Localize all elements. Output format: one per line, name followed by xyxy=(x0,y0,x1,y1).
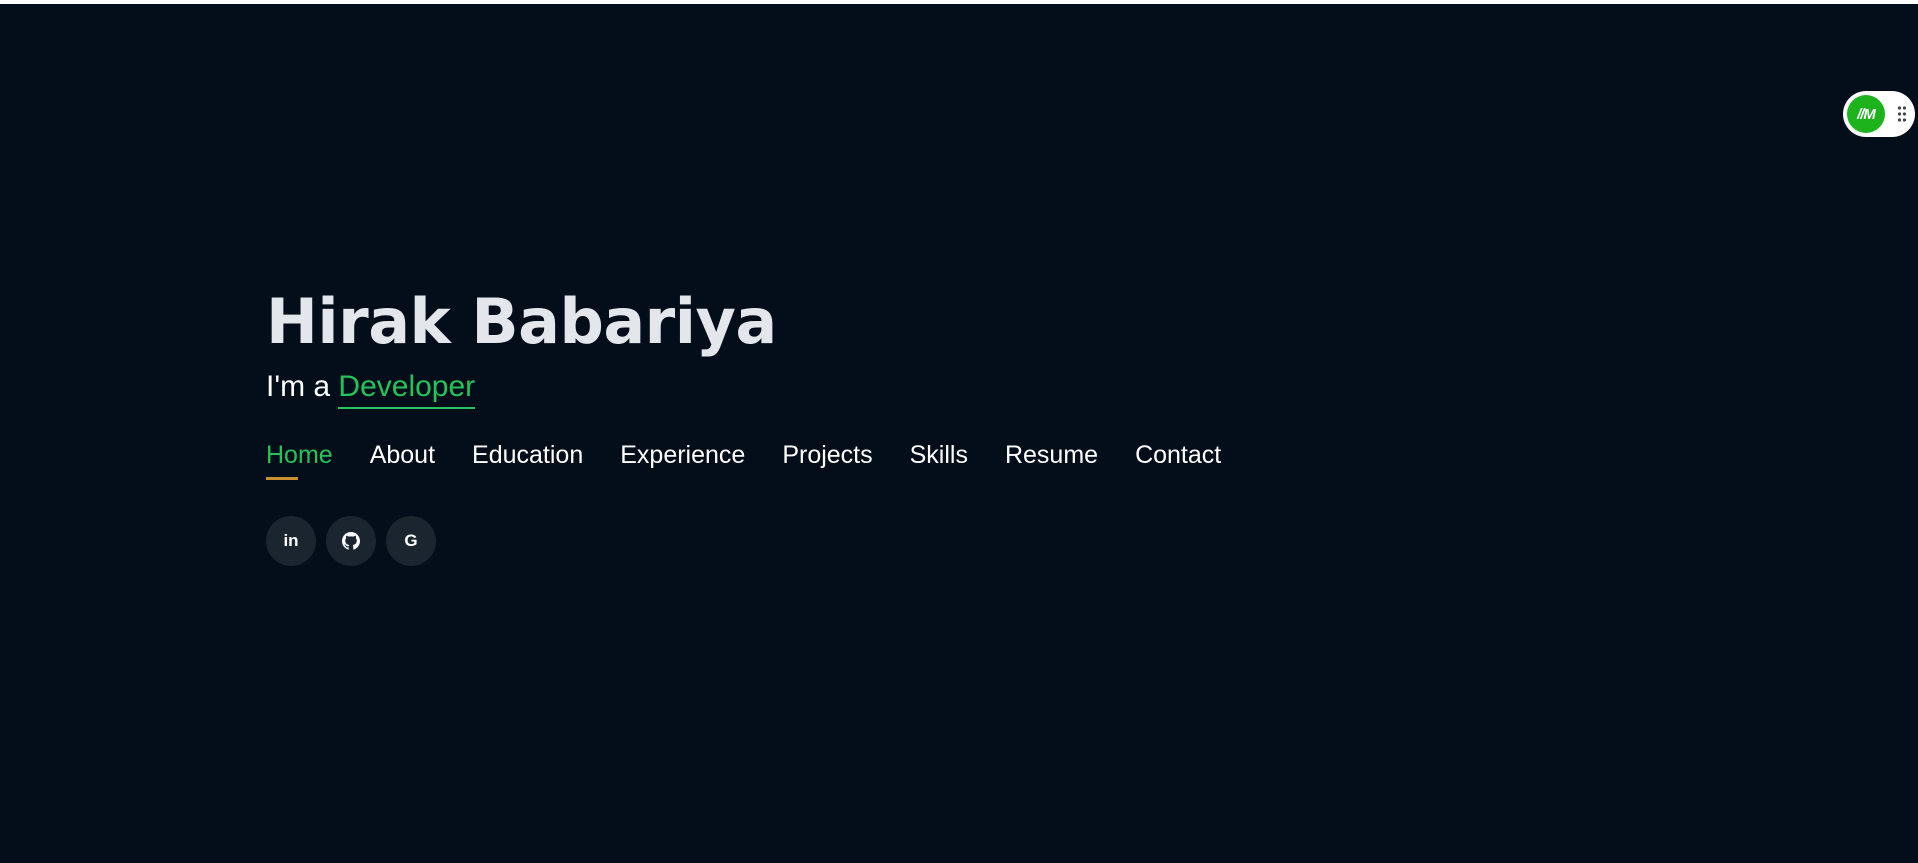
drag-handle-icon[interactable] xyxy=(1897,105,1907,123)
nav-home[interactable]: Home xyxy=(266,438,333,480)
nav-projects[interactable]: Projects xyxy=(782,438,872,472)
nav-education[interactable]: Education xyxy=(472,438,583,472)
nav-skills[interactable]: Skills xyxy=(910,438,968,472)
linkedin-icon: in xyxy=(283,531,299,550)
typed-role: Developer xyxy=(338,370,476,409)
widget-logo-icon[interactable]: //M xyxy=(1847,95,1885,133)
linkedin-button[interactable]: in xyxy=(266,516,316,566)
github-button[interactable] xyxy=(326,516,376,566)
social-links: in G xyxy=(266,516,1221,566)
main-nav: Home About Education Experience Projects… xyxy=(266,438,1221,480)
tagline-prefix: I'm a xyxy=(266,370,339,403)
hero-tagline: I'm a Developer xyxy=(266,368,1221,409)
nav-about[interactable]: About xyxy=(370,438,435,472)
google-icon: G xyxy=(404,531,418,550)
floating-widget[interactable]: //M xyxy=(1843,91,1915,137)
nav-experience[interactable]: Experience xyxy=(620,438,745,472)
github-icon xyxy=(342,532,360,550)
nav-contact[interactable]: Contact xyxy=(1135,438,1221,472)
hero-name: Hirak Babariya xyxy=(266,285,777,358)
hero-section: Hirak Babariya I'm a Developer Home Abou… xyxy=(266,284,1221,566)
page-background: Hirak Babariya I'm a Developer Home Abou… xyxy=(0,4,1918,863)
nav-resume[interactable]: Resume xyxy=(1005,438,1098,472)
google-button[interactable]: G xyxy=(386,516,436,566)
